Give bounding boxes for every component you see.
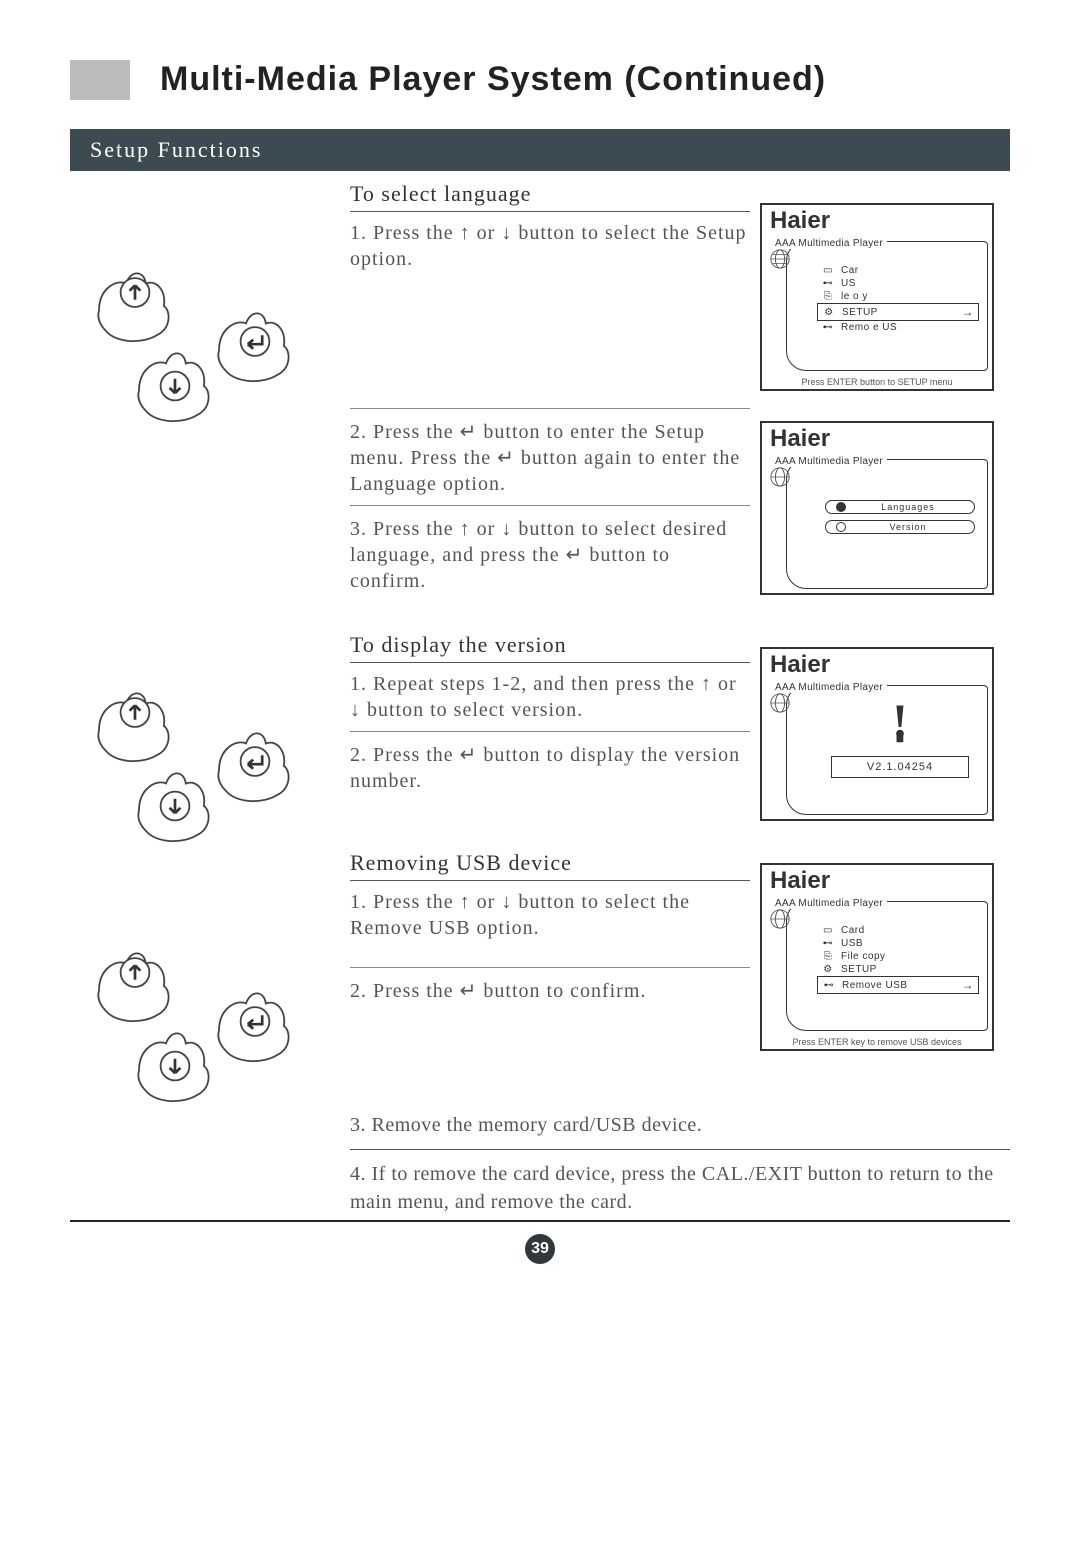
hand-icons-group-2 — [70, 681, 330, 851]
version-pill: Version — [825, 520, 975, 534]
exclamation-dot-icon: ■ — [817, 730, 983, 746]
dot-empty-icon — [836, 522, 846, 532]
menu-list-4: ▭Card ⊷USB ⎘File copy ⚙SETUP ⊷Remove USB… — [817, 906, 983, 994]
hand-icons-group-3 — [70, 941, 330, 1111]
brand-label: Haier — [762, 423, 992, 453]
arrow-right-icon: → — [962, 305, 975, 319]
globe-icon — [769, 466, 791, 488]
setup-functions-header: Setup Functions — [70, 129, 1010, 171]
page-title: Multi-Media Player System (Continued) — [160, 60, 1010, 99]
section-title-remove-usb: Removing USB device — [350, 850, 750, 881]
usb-icon: ⊷ — [821, 938, 835, 949]
instructions-column: To select language 1. Press the ↑ or ↓ b… — [330, 181, 760, 1111]
ver-step-1: 1. Repeat steps 1-2, and then press the … — [350, 671, 750, 732]
hand-up-button-icon — [90, 261, 180, 351]
menu-item-remove-usb-selected: ⊷Remove USB→ — [817, 976, 979, 994]
page-number: 39 — [525, 1234, 555, 1264]
dot-filled-icon — [836, 502, 846, 512]
menu-list-1: ▭Car ⊷US ⎘le o y ⚙SETUP→ ⊷Remo e US — [817, 246, 983, 334]
card-icon: ▭ — [821, 925, 835, 936]
menu-item-card: ▭Car — [817, 264, 979, 277]
rem-step-3: 3. Remove the memory card/USB device. — [350, 1111, 1010, 1139]
brand-label: Haier — [762, 649, 992, 679]
menu-item-usb: ⊷US — [817, 277, 979, 290]
filecopy-icon: ⎘ — [821, 291, 835, 302]
hand-up-button-icon — [90, 681, 180, 771]
hand-icons-group-1 — [70, 261, 330, 431]
menu-item-filecopy: ⎘le o y — [817, 290, 979, 303]
menu-item-usb: ⊷USB — [817, 937, 979, 950]
lang-step-1: 1. Press the ↑ or ↓ button to select the… — [350, 220, 750, 409]
hand-enter-button-icon — [210, 301, 300, 391]
brand-label: Haier — [762, 205, 992, 235]
hand-down-button-icon — [130, 761, 220, 851]
menu-item-setup-selected: ⚙SETUP→ — [817, 303, 979, 321]
hand-enter-button-icon — [210, 981, 300, 1071]
player-title: AAA Multimedia Player — [771, 682, 887, 693]
hand-up-button-icon — [90, 941, 180, 1031]
section-title-language: To select language — [350, 181, 750, 212]
menu-item-filecopy: ⎘File copy — [817, 950, 979, 963]
rem-step-1: 1. Press the ↑ or ↓ button to select the… — [350, 889, 750, 968]
rem-step-2: 2. Press the ↵ button to confirm. — [350, 978, 750, 1076]
menu-item-setup: ⚙SETUP — [817, 963, 979, 976]
screenshot-version: Haier AAA Multimedia Player ! ■ V2.1.042… — [760, 647, 994, 821]
screenshot-languages: Haier AAA Multimedia Player Languages Ve… — [760, 421, 994, 595]
lang-step-2: 2. Press the ↵ button to enter the Setup… — [350, 419, 750, 506]
caption-4: Press ENTER key to remove USB devices — [762, 1035, 992, 1049]
rem-step-4: 4. If to remove the card device, press t… — [350, 1160, 1010, 1216]
card-icon: ▭ — [821, 265, 835, 276]
decorative-square — [70, 60, 130, 100]
hand-down-button-icon — [130, 1021, 220, 1111]
usb-icon: ⊷ — [821, 278, 835, 289]
filecopy-icon: ⎘ — [821, 951, 835, 962]
screenshot-setup-menu: Haier AAA Multimedia Player ▭Car ⊷US ⎘le… — [760, 203, 994, 391]
version-number: V2.1.04254 — [831, 756, 969, 778]
setup-icon: ⚙ — [822, 307, 836, 318]
player-title: AAA Multimedia Player — [771, 456, 887, 467]
caption-1: Press ENTER button to SETUP menu — [762, 375, 992, 389]
remove-usb-icon: ⊷ — [822, 980, 836, 991]
menu-item-remove-usb: ⊷Remo e US — [817, 321, 979, 334]
setup-icon: ⚙ — [821, 964, 835, 975]
remove-usb-icon: ⊷ — [821, 322, 835, 333]
hand-buttons-column — [70, 181, 330, 1111]
section-title-version: To display the version — [350, 632, 750, 663]
languages-pill: Languages — [825, 500, 975, 514]
ver-step-2: 2. Press the ↵ button to display the ver… — [350, 742, 750, 820]
screenshots-column: Haier AAA Multimedia Player ▭Car ⊷US ⎘le… — [760, 181, 1010, 1111]
hand-enter-button-icon — [210, 721, 300, 811]
player-title: AAA Multimedia Player — [771, 898, 887, 909]
globe-icon — [769, 692, 791, 714]
hand-down-button-icon — [130, 341, 220, 431]
globe-icon — [769, 248, 791, 270]
screenshot-remove-usb: Haier AAA Multimedia Player ▭Card ⊷USB ⎘… — [760, 863, 994, 1051]
arrow-right-icon: → — [962, 978, 975, 992]
brand-label: Haier — [762, 865, 992, 895]
lang-step-3: 3. Press the ↑ or ↓ button to select des… — [350, 516, 750, 602]
globe-icon — [769, 908, 791, 930]
player-title: AAA Multimedia Player — [771, 238, 887, 249]
menu-item-card: ▭Card — [817, 924, 979, 937]
